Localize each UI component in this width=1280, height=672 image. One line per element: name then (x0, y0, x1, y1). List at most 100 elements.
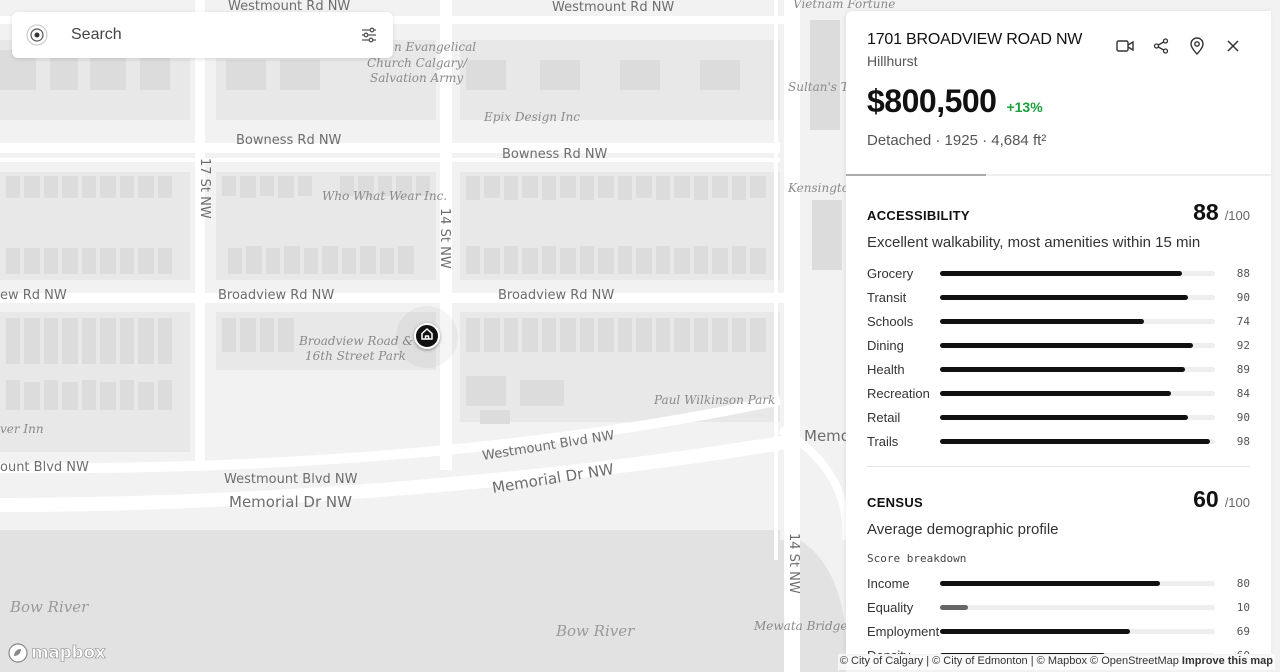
close-icon (1227, 40, 1239, 52)
bar-fill (940, 652, 1105, 654)
poi-label: Salvation Army (370, 71, 463, 85)
poi-label: Kensingto (787, 181, 849, 195)
bar-value: 98 (1236, 434, 1250, 448)
poi-label: Epix Design Inc (483, 110, 580, 124)
scroll-progress-track (846, 174, 1271, 176)
bar-fill (940, 366, 1185, 372)
bar-label: Equality (867, 599, 914, 615)
property-header: 1701 BROADVIEW ROAD NW Hillhurst $800,50… (846, 11, 1271, 176)
bar-track (940, 628, 1215, 634)
street-label: ew Rd NW (0, 288, 67, 303)
poi-label: 16th Street Park (305, 349, 406, 363)
bar-track (940, 270, 1215, 276)
target-logo-icon (26, 24, 48, 46)
bar-label: Transit (867, 289, 907, 305)
improve-map-link[interactable]: Improve this map (1182, 655, 1273, 667)
bar-value: 88 (1236, 266, 1250, 280)
poi-label: Vietnam Fortune (793, 0, 895, 11)
property-panel: 1701 BROADVIEW ROAD NW Hillhurst $800,50… (846, 11, 1271, 654)
accessibility-bars: Grocery 88 Transit 90 Schools 74 Dining 92 Healt… (867, 261, 1250, 453)
bar-track (940, 294, 1215, 300)
street-label: Memo (804, 427, 850, 445)
water-label: Bow River (555, 622, 635, 640)
score-bar-row: Trails 98 (867, 429, 1250, 453)
street-label: ount Blvd NW (0, 460, 89, 475)
street-label: Bowness Rd NW (502, 147, 608, 162)
header-actions (1115, 36, 1243, 56)
poi-label: Church Calgary/ (367, 56, 469, 70)
water-label: Bow River (9, 598, 89, 616)
bar-track (940, 366, 1215, 372)
score-bar-row: Income 80 (867, 571, 1250, 595)
bar-value: 74 (1236, 314, 1250, 328)
street-label: 17 St NW (197, 158, 212, 219)
attribution-osm[interactable]: © OpenStreetMap (1090, 655, 1179, 667)
bar-fill (940, 628, 1130, 634)
bar-value: 89 (1236, 362, 1250, 376)
video-button[interactable] (1115, 36, 1135, 56)
poi-label: Who What Wear Inc. (322, 189, 447, 203)
bar-track (940, 342, 1215, 348)
filter-sliders-icon[interactable] (359, 25, 379, 45)
street-label: Bowness Rd NW (236, 133, 342, 148)
bar-value: 69 (1236, 624, 1250, 638)
mapbox-logo-icon (8, 643, 28, 663)
bar-label: Health (867, 361, 905, 377)
close-button[interactable] (1223, 36, 1243, 56)
bar-value: 10 (1236, 600, 1250, 614)
bar-fill (940, 270, 1182, 276)
bar-track (940, 604, 1215, 610)
property-marker[interactable] (414, 323, 440, 349)
locate-button[interactable] (1187, 36, 1207, 56)
score-bar-row: Equality 10 (867, 595, 1250, 619)
score-bar-row: Grocery 88 (867, 261, 1250, 285)
street-label: 14 St NW (437, 208, 452, 269)
attribution-mapbox[interactable]: © Mapbox (1037, 655, 1087, 667)
score-bar-row: Employment 69 (867, 619, 1250, 643)
price-change: +13% (1006, 99, 1043, 115)
attribution-edmonton[interactable]: © City of Edmonton (932, 655, 1028, 667)
bar-label: Employment (867, 623, 940, 639)
bar-fill (940, 318, 1144, 324)
poi-label: n Evangelical (394, 40, 476, 54)
property-price: $800,500 (867, 83, 997, 119)
score-max: /100 (1224, 208, 1250, 223)
search-input[interactable] (71, 26, 359, 44)
score-bar-row: Transit 90 (867, 285, 1250, 309)
score-bar-row: Recreation 84 (867, 381, 1250, 405)
street-label: Memorial Dr NW (229, 493, 352, 511)
bar-fill (940, 342, 1193, 348)
score-max: /100 (1224, 495, 1250, 510)
bar-label: Dining (867, 337, 904, 353)
map-pin-icon (1190, 37, 1204, 55)
bar-track (940, 580, 1215, 586)
bar-track (940, 414, 1215, 420)
bar-value: 80 (1236, 576, 1250, 590)
bar-fill (940, 390, 1171, 396)
score-bar-row: Dining 92 (867, 333, 1250, 357)
street-label: Westmount Blvd NW (224, 472, 358, 487)
census-score: 60 (1193, 486, 1219, 512)
poi-label: Mewata Bridge (753, 619, 847, 633)
search-bar[interactable] (12, 12, 393, 58)
bar-value: 84 (1236, 386, 1250, 400)
share-icon (1153, 38, 1169, 54)
section-title: CENSUS (867, 495, 923, 510)
street-label: Broadview Rd NW (218, 288, 334, 303)
score-bar-row: Health 89 (867, 357, 1250, 381)
accessibility-score: 88 (1193, 199, 1219, 225)
bar-track (940, 390, 1215, 396)
street-label: Broadview Rd NW (498, 288, 614, 303)
bar-label: Income (867, 575, 910, 591)
bar-label: Retail (867, 409, 901, 425)
attribution-calgary[interactable]: © City of Calgary (840, 655, 923, 667)
bar-value: 90 (1236, 410, 1250, 424)
poi-label: ver Inn (0, 422, 44, 436)
poi-label: Sultan's Te (788, 80, 855, 94)
share-button[interactable] (1151, 36, 1171, 56)
mapbox-logo[interactable]: mapbox (8, 643, 106, 663)
home-icon (420, 327, 434, 346)
bar-label: Schools (867, 313, 914, 329)
bar-track (940, 652, 1215, 654)
price-row: $800,500 +13% (867, 83, 1250, 120)
